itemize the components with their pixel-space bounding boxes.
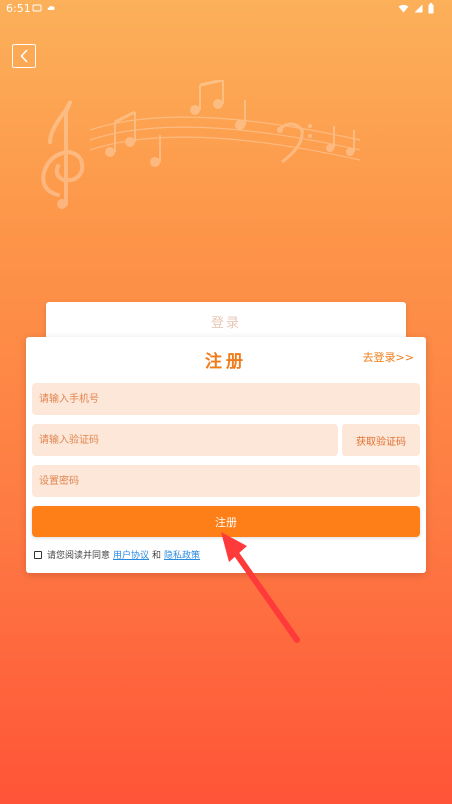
wifi-icon: [398, 4, 409, 13]
phone-input[interactable]: [32, 383, 420, 415]
login-tab-label[interactable]: 登录: [46, 312, 406, 331]
agreement-row: 请您阅读并同意 用户协议 和 隐私政策: [34, 548, 203, 561]
user-agreement-link[interactable]: 用户协议: [113, 548, 149, 561]
red-arrow-annotation: [221, 532, 300, 643]
cloud-icon: [47, 5, 55, 10]
password-input[interactable]: [32, 465, 420, 497]
privacy-policy-link[interactable]: 隐私政策: [164, 548, 200, 561]
status-bar: 6:51: [0, 0, 452, 18]
back-button[interactable]: [12, 44, 36, 68]
battery-icon: [428, 3, 434, 14]
status-notification-icons: [32, 3, 56, 13]
and-text: 和: [152, 551, 162, 561]
get-code-button[interactable]: 获取验证码: [340, 424, 420, 456]
goto-login-link[interactable]: 去登录>>: [363, 349, 414, 365]
verification-code-input[interactable]: [32, 424, 338, 456]
login-tab-card[interactable]: 登录: [46, 302, 406, 342]
music-notes-icon: [41, 80, 361, 209]
agree-text: 请您阅读并同意: [47, 551, 111, 561]
notification-icon: [32, 4, 42, 12]
chevron-left-icon: [20, 49, 28, 63]
status-system-icons: [398, 3, 434, 14]
status-time: 6:51: [6, 2, 31, 15]
signal-icon: [414, 4, 423, 13]
agree-checkbox[interactable]: [34, 550, 42, 559]
